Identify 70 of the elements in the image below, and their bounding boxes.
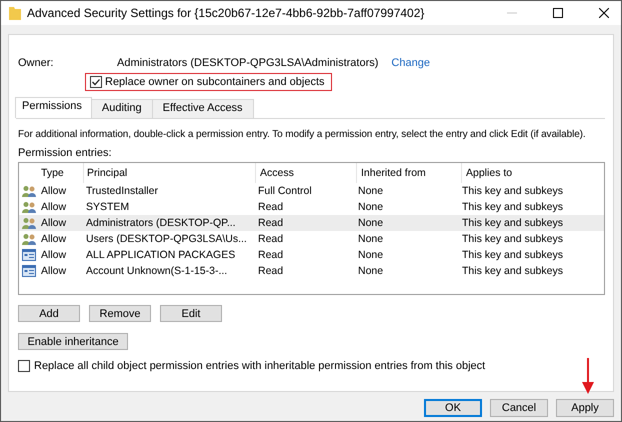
enable-inheritance-button[interactable]: Enable inheritance — [18, 333, 128, 350]
table-row[interactable]: Allow TrustedInstaller Full Control None This key and subkeys — [19, 183, 604, 199]
user-group-icon — [22, 201, 36, 213]
column-header[interactable]: Type — [39, 163, 84, 183]
table-cell-text: TrustedInstaller — [85, 185, 159, 197]
table-cell-text: Read — [257, 233, 284, 245]
application-icon — [22, 265, 36, 277]
close-icon[interactable] — [599, 8, 609, 18]
checkbox[interactable] — [90, 76, 102, 88]
table-cell-text: Allow — [40, 249, 68, 261]
info-text: For additional information, double-click a permission entry. To modify a permission entry, select the entry and click Edit (if available). — [18, 129, 587, 140]
tab[interactable]: Auditing — [90, 99, 153, 118]
table-cell-text: Allow — [40, 185, 68, 197]
table-cell-text: This key and subkeys — [461, 233, 564, 245]
application-icon — [22, 249, 36, 261]
table-row[interactable]: Allow Account Unknown(S-1-15-3-... Read None This key and subkeys — [19, 263, 604, 279]
owner-label: Owner: — [18, 57, 54, 69]
table-cell-text: Administrators (DESKTOP-QP... — [85, 217, 237, 229]
user-group-icon — [22, 233, 36, 245]
table-cell-text: None — [357, 249, 384, 261]
table-row[interactable]: Allow Administrators (DESKTOP-QP... Read None This key and subkeys — [19, 215, 604, 231]
column-header[interactable]: Applies to — [462, 163, 604, 183]
checkbox-label: Replace owner on subcontainers and objects — [105, 76, 325, 88]
table-cell-text: Allow — [40, 265, 68, 277]
table-cell-text: Allow — [40, 217, 68, 229]
table-cell-text: None — [357, 265, 384, 277]
user-group-icon — [22, 185, 36, 197]
table-cell-text: SYSTEM — [85, 201, 130, 213]
owner-value: Administrators (DESKTOP-QPG3LSA\Administrators) — [117, 57, 378, 69]
table-row[interactable]: Allow SYSTEM Read None This key and subkeys — [19, 199, 604, 215]
change-link[interactable]: Change — [391, 57, 430, 69]
window-title: Advanced Security Settings for {15c20b67-12e7-4bb6-92bb-7aff07997402} — [27, 6, 426, 20]
table-cell-text: This key and subkeys — [461, 201, 564, 213]
folder-icon — [9, 6, 21, 20]
table-cell-text: Read — [257, 201, 284, 213]
entry-button[interactable]: Add — [18, 305, 80, 322]
dialog-button[interactable]: Cancel — [490, 399, 548, 417]
table-cell-text: This key and subkeys — [461, 249, 564, 261]
table-cell-text: Allow — [40, 233, 68, 245]
table-cell-text: Users (DESKTOP-QPG3LSA\Us... — [85, 233, 248, 245]
checkbox[interactable] — [18, 360, 30, 372]
tab[interactable]: Effective Access — [152, 99, 254, 118]
table-cell-text: Read — [257, 217, 284, 229]
entry-button[interactable]: Edit — [160, 305, 222, 322]
table-cell-text: This key and subkeys — [461, 265, 564, 277]
table-cell-text: Read — [257, 249, 284, 261]
table-cell-text: This key and subkeys — [461, 217, 564, 229]
column-header[interactable]: Access — [256, 163, 357, 183]
user-group-icon — [22, 217, 36, 229]
table-cell-text: ALL APPLICATION PACKAGES — [85, 249, 236, 261]
table-cell-text: Read — [257, 265, 284, 277]
column-header[interactable]: Inherited from — [357, 163, 462, 183]
table-cell-text: This key and subkeys — [461, 185, 564, 197]
dialog-button[interactable]: Apply — [556, 399, 614, 417]
tab[interactable]: Permissions — [15, 97, 92, 118]
table-cell-text: None — [357, 201, 384, 213]
checkbox-label: Replace all child object permission entries with inheritable permission entries from this object — [34, 360, 486, 372]
table-cell-text: None — [357, 233, 384, 245]
table-cell-text: Allow — [40, 201, 68, 213]
entries-label: Permission entries: — [18, 147, 113, 159]
table-row[interactable]: Allow Users (DESKTOP-QPG3LSA\Us... Read None This key and subkeys — [19, 231, 604, 247]
table-cell-text: Full Control — [257, 185, 313, 197]
table-cell-text: None — [357, 217, 384, 229]
maximize-icon[interactable] — [553, 8, 563, 18]
column-header[interactable]: Principal — [84, 163, 256, 183]
table-row[interactable]: Allow ALL APPLICATION PACKAGES Read None This key and subkeys — [19, 247, 604, 263]
table-cell-text: Account Unknown(S-1-15-3-... — [85, 265, 228, 277]
dialog-button[interactable]: OK — [424, 399, 482, 417]
table-cell-text: None — [357, 185, 384, 197]
entry-button[interactable]: Remove — [89, 305, 151, 322]
